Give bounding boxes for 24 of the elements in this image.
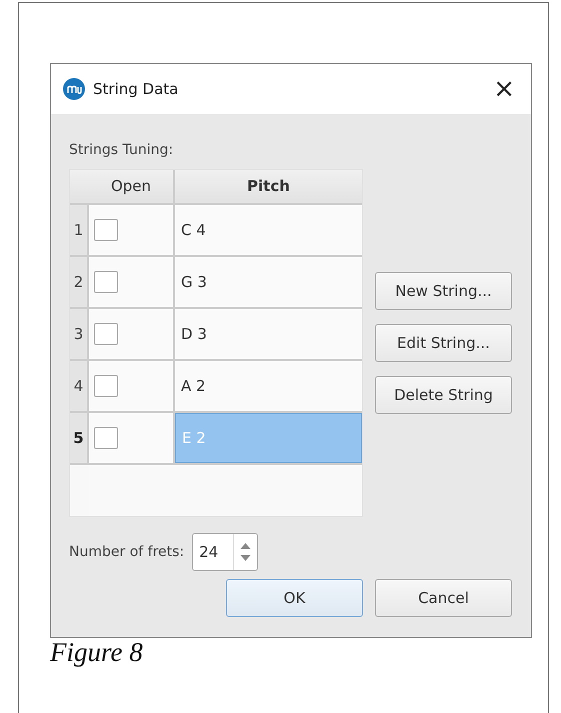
section-label: Strings Tuning: xyxy=(69,141,174,160)
app-logo-icon xyxy=(63,78,85,100)
row-number: 4 xyxy=(70,361,89,411)
frets-spinner[interactable]: 24 xyxy=(192,533,258,571)
column-header[interactable]: Pitch xyxy=(175,170,362,203)
row-number: 1 xyxy=(70,205,89,255)
close-button[interactable]: × xyxy=(489,76,519,102)
side-button[interactable]: Delete String xyxy=(375,376,512,414)
checkbox[interactable] xyxy=(94,323,118,345)
figure-caption: Figure 8 xyxy=(50,636,144,669)
row-number: 5 xyxy=(70,413,89,463)
dialog-button[interactable]: Cancel xyxy=(375,579,512,617)
dialog-button[interactable]: OK xyxy=(226,579,363,617)
checkbox[interactable] xyxy=(94,427,118,449)
checkbox[interactable] xyxy=(94,219,118,241)
row-number: 2 xyxy=(70,257,89,307)
side-button[interactable]: Edit String... xyxy=(375,324,512,362)
checkbox[interactable] xyxy=(94,375,118,397)
frets-label: Number of frets: xyxy=(69,542,184,562)
column-header[interactable]: Open xyxy=(89,170,175,203)
side-button[interactable]: New String... xyxy=(375,272,512,310)
row-number: 3 xyxy=(70,309,89,359)
checkbox[interactable] xyxy=(94,271,118,293)
window-title: String Data xyxy=(93,78,178,100)
